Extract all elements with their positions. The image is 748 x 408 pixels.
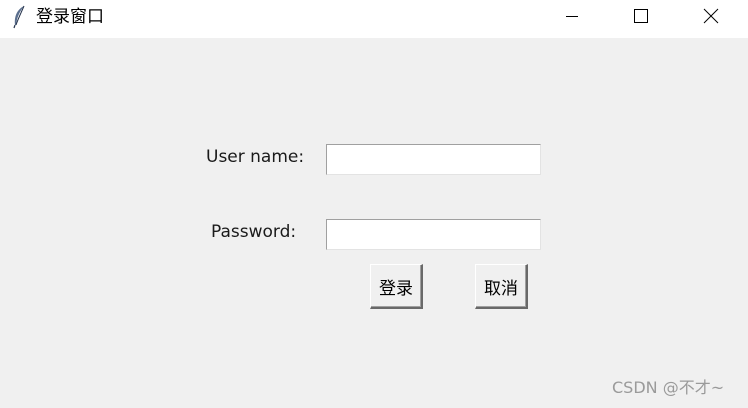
password-input[interactable] — [327, 220, 540, 249]
password-field-frame[interactable] — [326, 219, 541, 250]
cancel-button[interactable]: 取消 — [475, 264, 528, 309]
watermark: CSDN @不才~ — [612, 378, 725, 397]
username-field-frame[interactable] — [326, 144, 541, 175]
minimize-icon — [564, 8, 580, 24]
login-button[interactable]: 登录 — [370, 264, 423, 309]
close-button[interactable] — [688, 0, 734, 32]
maximize-button[interactable] — [618, 0, 664, 32]
window-title: 登录窗口 — [36, 7, 104, 27]
username-input[interactable] — [327, 145, 540, 174]
maximize-icon — [633, 8, 649, 24]
minimize-button[interactable] — [549, 0, 595, 32]
close-icon — [703, 8, 719, 24]
login-window: 登录窗口 User name: Password: 登录 取消 CSDN @不才… — [0, 0, 748, 408]
username-label: User name: — [206, 147, 305, 167]
title-bar[interactable]: 登录窗口 — [0, 0, 748, 38]
feather-icon — [11, 5, 27, 29]
password-label: Password: — [211, 222, 297, 242]
